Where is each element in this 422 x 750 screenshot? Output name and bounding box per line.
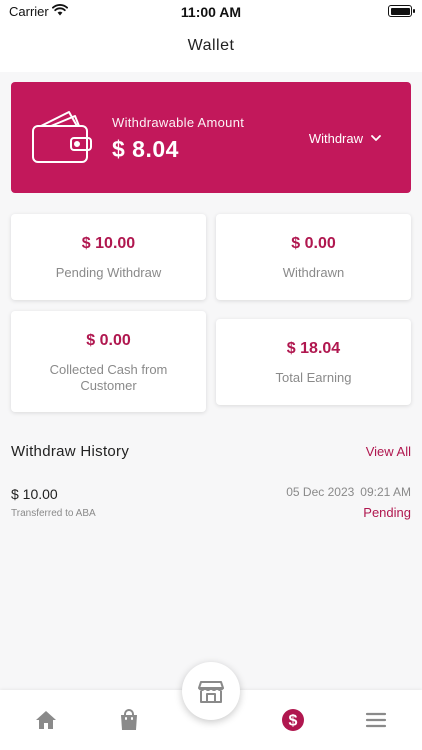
history-status: Pending	[363, 505, 411, 520]
stat-card-collected-cash: $ 0.00 Collected Cash from Customer	[11, 311, 206, 412]
wallet-icon	[32, 111, 92, 163]
stat-label: Withdrawn	[282, 265, 345, 280]
status-bar: Carrier 11:00 AM	[0, 0, 422, 24]
stat-card-total-earning: $ 18.04 Total Earning	[216, 319, 411, 405]
dollar-icon[interactable]: $	[281, 708, 305, 732]
withdraw-label: Withdraw	[308, 131, 363, 146]
stat-label: Total Earning	[275, 370, 352, 385]
svg-text:$: $	[289, 713, 298, 730]
withdrawable-amount: $ 8.04	[112, 136, 179, 162]
store-icon	[198, 681, 224, 703]
chevron-down-icon	[371, 135, 381, 141]
status-time: 11:00 AM	[180, 4, 242, 20]
withdraw-history-title: Withdraw History	[11, 443, 130, 460]
stat-card-pending-withdraw: $ 10.00 Pending Withdraw	[11, 214, 206, 300]
stat-value: $ 18.04	[286, 340, 341, 357]
page-title: Wallet	[187, 37, 235, 54]
withdrawable-label: Withdrawable Amount	[112, 115, 245, 130]
history-date: 05 Dec 2023	[286, 485, 355, 499]
stat-value: $ 10.00	[81, 235, 136, 252]
history-description: Transferred to ABA	[11, 508, 96, 519]
home-icon[interactable]	[34, 708, 58, 732]
stat-label: Collected Cash from Customer	[49, 362, 168, 393]
history-datetime: 05 Dec 2023 09:21 AM	[286, 485, 411, 499]
battery-icon	[388, 5, 415, 17]
stat-label: Pending Withdraw	[55, 265, 162, 280]
view-all-link[interactable]: View All	[366, 444, 411, 459]
withdrawable-card: Withdrawable Amount $ 8.04 Withdraw	[11, 82, 411, 193]
stat-value: $ 0.00	[86, 332, 131, 349]
menu-icon[interactable]	[364, 708, 388, 732]
history-time: 09:21 AM	[360, 485, 411, 499]
stat-card-withdrawn: $ 0.00 Withdrawn	[216, 214, 411, 300]
withdraw-button[interactable]: Withdraw	[309, 131, 381, 146]
header: Wallet	[0, 24, 422, 72]
history-amount: $ 10.00	[11, 486, 58, 502]
store-button[interactable]	[182, 662, 240, 720]
shopping-bag-icon[interactable]	[117, 708, 141, 732]
stat-value: $ 0.00	[291, 235, 336, 252]
